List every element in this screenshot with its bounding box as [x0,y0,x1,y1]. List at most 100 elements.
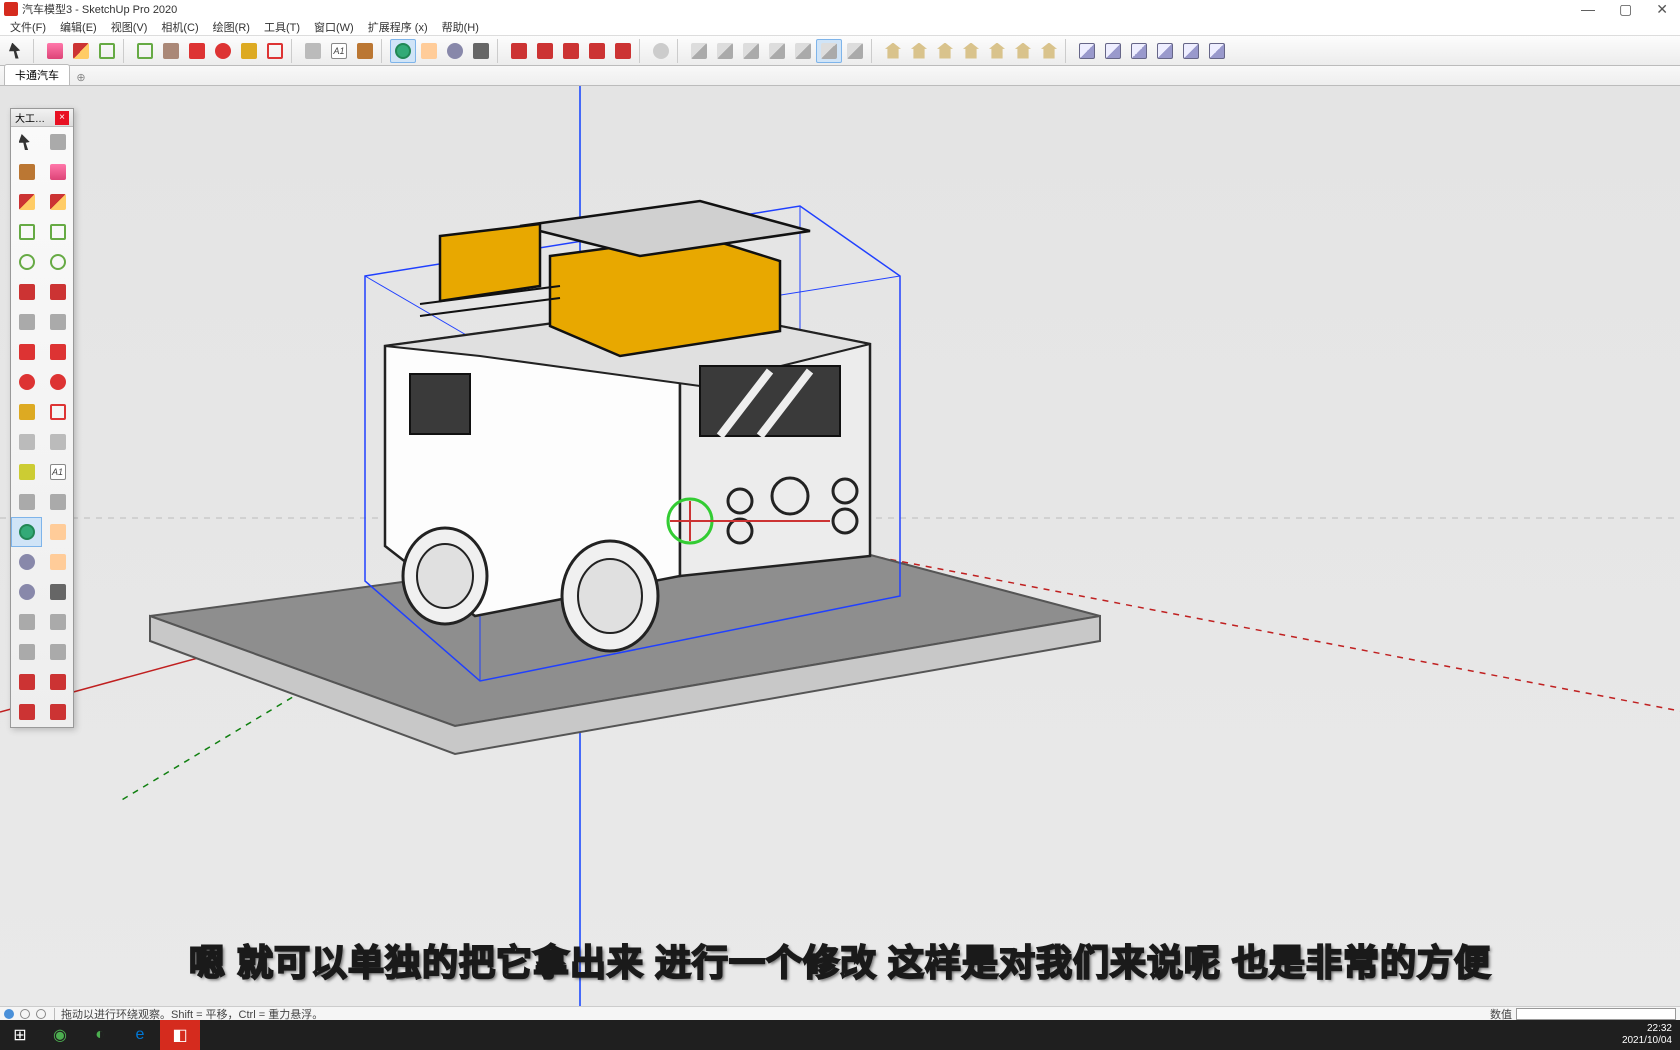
close-button[interactable]: ✕ [1656,1,1668,18]
taskbar-browser1[interactable]: ◐ [80,1020,120,1050]
menu-window[interactable]: 窗口(W) [308,17,360,37]
tool-panel-close[interactable]: × [55,111,69,125]
menu-help[interactable]: 帮助(H) [436,17,485,37]
menu-tools[interactable]: 工具(T) [258,17,306,37]
tool-zoom[interactable] [11,547,42,577]
tool-eraser[interactable] [42,157,73,187]
tb-pencil[interactable] [68,39,94,63]
tb-paint[interactable] [352,39,378,63]
tb-style-7[interactable] [842,39,868,63]
tool-pushpull[interactable] [42,337,73,367]
tool-scale[interactable] [11,397,42,427]
menu-draw[interactable]: 绘图(R) [207,17,256,37]
tb-style-6[interactable] [816,39,842,63]
tool-protractor[interactable] [11,457,42,487]
tool-followme[interactable] [42,367,73,397]
menu-edit[interactable]: 编辑(E) [54,17,103,37]
menu-camera[interactable]: 相机(C) [155,17,204,37]
tb-eraser[interactable] [42,39,68,63]
menu-view[interactable]: 视图(V) [105,17,154,37]
taskbar-sketchup[interactable]: ◧ [160,1020,200,1050]
tool-offset[interactable] [42,397,73,427]
tool-position[interactable] [11,607,42,637]
tool-pan[interactable] [42,517,73,547]
tool-poly[interactable] [42,247,73,277]
tb-wh-2[interactable] [532,39,558,63]
tb-orbit[interactable] [390,39,416,63]
tool-rotate[interactable] [11,367,42,397]
system-tray[interactable]: 22:32 2021/10/04 [1622,1023,1680,1047]
tool-zoom-window[interactable] [42,547,73,577]
tool-move[interactable] [11,337,42,367]
tb-view-5[interactable] [984,39,1010,63]
menu-extensions[interactable]: 扩展程序 (x) [362,17,434,37]
tool-arc2[interactable] [42,277,73,307]
tool-wh3[interactable] [11,697,42,727]
tb-style-4[interactable] [764,39,790,63]
tb-style-1[interactable] [686,39,712,63]
tb-style-3[interactable] [738,39,764,63]
tool-zoom-ext[interactable] [11,577,42,607]
maximize-button[interactable]: ▢ [1619,1,1632,18]
tb-view-4[interactable] [958,39,984,63]
tb-layer-2[interactable] [1100,39,1126,63]
tool-paint[interactable] [11,157,42,187]
tool-look[interactable] [42,607,73,637]
taskbar-clock[interactable]: 22:32 2021/10/04 [1622,1023,1672,1047]
tb-select[interactable] [4,39,30,63]
tool-wh1[interactable] [11,667,42,697]
tb-zoom-ext[interactable] [468,39,494,63]
tool-arc1[interactable] [11,277,42,307]
tool-pie[interactable] [42,307,73,337]
tb-layer-4[interactable] [1152,39,1178,63]
tool-walk[interactable] [11,637,42,667]
tb-view-1[interactable] [880,39,906,63]
tb-pan[interactable] [416,39,442,63]
tb-zoom[interactable] [442,39,468,63]
tb-wh-1[interactable] [506,39,532,63]
tb-view-6[interactable] [1010,39,1036,63]
vcb-input[interactable] [1516,1008,1676,1020]
tb-layer-5[interactable] [1178,39,1204,63]
tb-tape[interactable] [300,39,326,63]
tool-arc3[interactable] [11,307,42,337]
tool-rot-rect[interactable] [42,217,73,247]
start-button[interactable]: ⊞ [0,1020,40,1050]
taskbar-edge[interactable]: e [120,1020,160,1050]
tb-layer-6[interactable] [1204,39,1230,63]
tb-wh-3[interactable] [558,39,584,63]
tool-component[interactable] [42,127,73,157]
viewport[interactable]: 大工… × A1 [0,86,1680,1006]
tb-move[interactable] [184,39,210,63]
tb-rotate[interactable] [210,39,236,63]
tool-freehand[interactable] [42,187,73,217]
tb-offset[interactable] [262,39,288,63]
tool-select[interactable] [11,127,42,157]
large-tool-panel[interactable]: 大工… × A1 [10,108,74,728]
tool-panel-header[interactable]: 大工… × [11,109,73,127]
tb-text[interactable]: A1 [326,39,352,63]
tb-rect2[interactable] [132,39,158,63]
tb-user[interactable] [648,39,674,63]
tool-prev[interactable] [42,577,73,607]
tool-section[interactable] [42,637,73,667]
add-scene-button[interactable]: ⊕ [72,69,90,85]
tb-wh-4[interactable] [584,39,610,63]
tool-tape[interactable] [11,427,42,457]
tb-rect[interactable] [94,39,120,63]
tb-view-2[interactable] [906,39,932,63]
tool-text[interactable]: A1 [42,457,73,487]
tb-view-3[interactable] [932,39,958,63]
tb-style-5[interactable] [790,39,816,63]
tool-line[interactable] [11,187,42,217]
tb-view-7[interactable] [1036,39,1062,63]
tool-wh2[interactable] [42,667,73,697]
tb-style-2[interactable] [712,39,738,63]
menu-file[interactable]: 文件(F) [4,17,52,37]
tool-wh4[interactable] [42,697,73,727]
tool-dim[interactable] [42,427,73,457]
tool-axes[interactable] [11,487,42,517]
scene-tab-active[interactable]: 卡通汽车 [4,64,70,85]
status-icon-1[interactable] [4,1009,14,1019]
tool-orbit[interactable] [11,517,42,547]
